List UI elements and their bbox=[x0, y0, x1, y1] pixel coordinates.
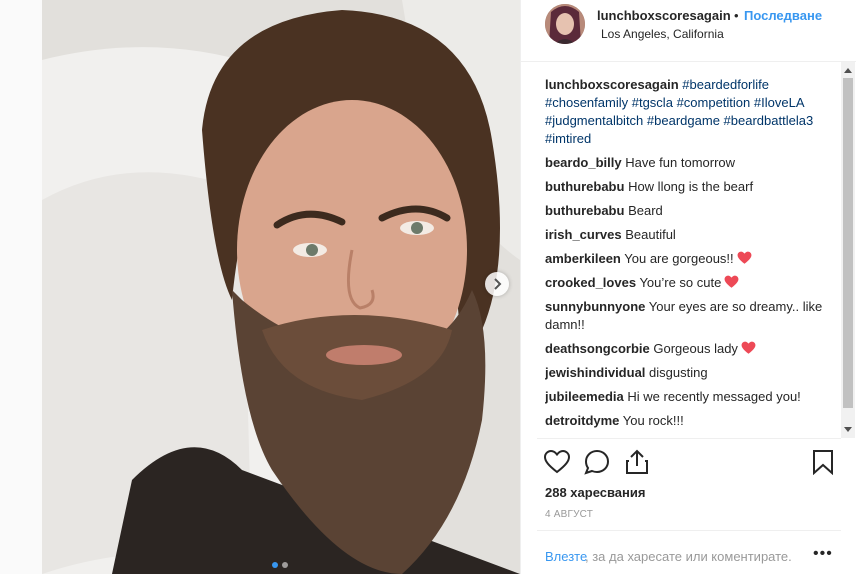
comment-username[interactable]: amberkileen bbox=[545, 251, 621, 266]
comment-username[interactable]: deathsongcorbie bbox=[545, 341, 650, 356]
comment-row: buthurebabu Beard bbox=[545, 202, 835, 220]
location-link[interactable]: Los Angeles, California bbox=[601, 27, 724, 41]
login-prompt: Влезте , за да харесате или коментирате.… bbox=[537, 530, 841, 574]
comments-list: lunchboxscoresagain #beardedforlife #cho… bbox=[545, 76, 835, 440]
comment-text: Have fun tomorrow bbox=[625, 155, 736, 170]
comment-text: You rock!!! bbox=[622, 413, 684, 428]
comment-row: jubileemedia Hi we recently messaged you… bbox=[545, 388, 835, 406]
comment-row: amberkileen You are gorgeous!! bbox=[545, 250, 835, 268]
post-date[interactable]: 4 АВГУСТ bbox=[545, 509, 593, 520]
caption: lunchboxscoresagain #beardedforlife #cho… bbox=[545, 76, 835, 148]
share-icon bbox=[626, 449, 648, 474]
hashtag-link[interactable]: #beardbattlela3 bbox=[724, 113, 814, 128]
comment-username[interactable]: buthurebabu bbox=[545, 203, 624, 218]
heart-outline-icon bbox=[544, 450, 570, 474]
comment-username[interactable]: detroitdyme bbox=[545, 413, 619, 428]
red-heart-icon bbox=[737, 251, 752, 264]
comment-username[interactable]: irish_curves bbox=[545, 227, 622, 242]
post-username-link[interactable]: lunchboxscoresagain bbox=[597, 8, 731, 23]
caption-username[interactable]: lunchboxscoresagain bbox=[545, 77, 679, 92]
more-options-button[interactable]: ••• bbox=[813, 545, 833, 563]
carousel-dot-active bbox=[272, 562, 278, 568]
comment-text: disgusting bbox=[649, 365, 708, 380]
comment-row: beardo_billy Have fun tomorrow bbox=[545, 154, 835, 172]
comment-username[interactable]: jewishindividual bbox=[545, 365, 645, 380]
hashtag-link[interactable]: #tgscla bbox=[632, 95, 673, 110]
comment-text: Beard bbox=[628, 203, 663, 218]
comment-username[interactable]: buthurebabu bbox=[545, 179, 624, 194]
comment-bubble-icon bbox=[584, 449, 610, 475]
follow-button[interactable]: Последване bbox=[744, 8, 822, 23]
divider bbox=[537, 438, 841, 439]
chevron-right-icon bbox=[494, 278, 502, 290]
comment-username[interactable]: jubileemedia bbox=[545, 389, 624, 404]
comment-row: irish_curves Beautiful bbox=[545, 226, 835, 244]
post-photo[interactable] bbox=[42, 0, 520, 574]
share-button[interactable] bbox=[623, 448, 651, 476]
hashtag-link[interactable]: #IloveLA bbox=[754, 95, 804, 110]
header-separator: • bbox=[734, 8, 739, 23]
hashtag-link[interactable]: #competition bbox=[677, 95, 751, 110]
post-photo-illustration bbox=[42, 0, 520, 574]
comment-row: detroitdyme You rock!!! bbox=[545, 412, 835, 430]
hashtag-link[interactable]: #chosenfamily bbox=[545, 95, 628, 110]
comment-username[interactable]: sunnybunnyone bbox=[545, 299, 645, 314]
login-link[interactable]: Влезте bbox=[545, 549, 587, 564]
comment-text: Beautiful bbox=[625, 227, 676, 242]
hashtag-link[interactable]: #beardedforlife bbox=[682, 77, 769, 92]
save-button[interactable] bbox=[809, 448, 837, 476]
like-button[interactable] bbox=[543, 448, 571, 476]
scrollbar-thumb[interactable] bbox=[843, 78, 853, 408]
left-gutter bbox=[0, 0, 42, 574]
comment-row: jewishindividual disgusting bbox=[545, 364, 835, 382]
comment-text: Gorgeous lady bbox=[653, 341, 738, 356]
comment-row: crooked_loves You’re so cute bbox=[545, 274, 835, 292]
post-side-panel: lunchboxscoresagain • Последване Los Ang… bbox=[520, 0, 856, 574]
action-bar bbox=[521, 446, 856, 480]
hashtag-link[interactable]: #judgmentalbitch bbox=[545, 113, 643, 128]
comment-row: sunnybunnyone Your eyes are so dreamy.. … bbox=[545, 298, 835, 334]
red-heart-icon bbox=[741, 341, 756, 354]
comment-rows: beardo_billy Have fun tomorrow buthurebab… bbox=[545, 154, 835, 430]
red-heart-icon bbox=[724, 275, 739, 288]
carousel-next-button[interactable] bbox=[485, 272, 509, 296]
comments-scrollbar[interactable] bbox=[841, 62, 855, 438]
login-prompt-text: , за да харесате или коментирате. bbox=[585, 549, 792, 564]
hashtag-link[interactable]: #beardgame bbox=[647, 113, 720, 128]
comment-text: You are gorgeous!! bbox=[624, 251, 734, 266]
comment-username[interactable]: beardo_billy bbox=[545, 155, 622, 170]
avatar[interactable] bbox=[545, 4, 585, 44]
comment-username[interactable]: crooked_loves bbox=[545, 275, 636, 290]
carousel-dot bbox=[282, 562, 288, 568]
comment-text: How llong is the bearf bbox=[628, 179, 754, 194]
comment-button[interactable] bbox=[583, 448, 611, 476]
scroll-down-arrow[interactable] bbox=[844, 427, 852, 432]
comment-row: buthurebabu How llong is the bearf bbox=[545, 178, 835, 196]
carousel-indicator bbox=[272, 562, 288, 568]
likes-count[interactable]: 288 харесвания bbox=[545, 485, 645, 500]
avatar-image bbox=[545, 4, 585, 44]
post-header: lunchboxscoresagain • Последване Los Ang… bbox=[521, 0, 856, 62]
bookmark-icon bbox=[813, 450, 833, 475]
comment-row: deathsongcorbie Gorgeous lady bbox=[545, 340, 835, 358]
comment-text: Hi we recently messaged you! bbox=[627, 389, 801, 404]
hashtag-link[interactable]: #imtired bbox=[545, 131, 591, 146]
comment-text: You’re so cute bbox=[639, 275, 722, 290]
scroll-up-arrow[interactable] bbox=[844, 68, 852, 73]
